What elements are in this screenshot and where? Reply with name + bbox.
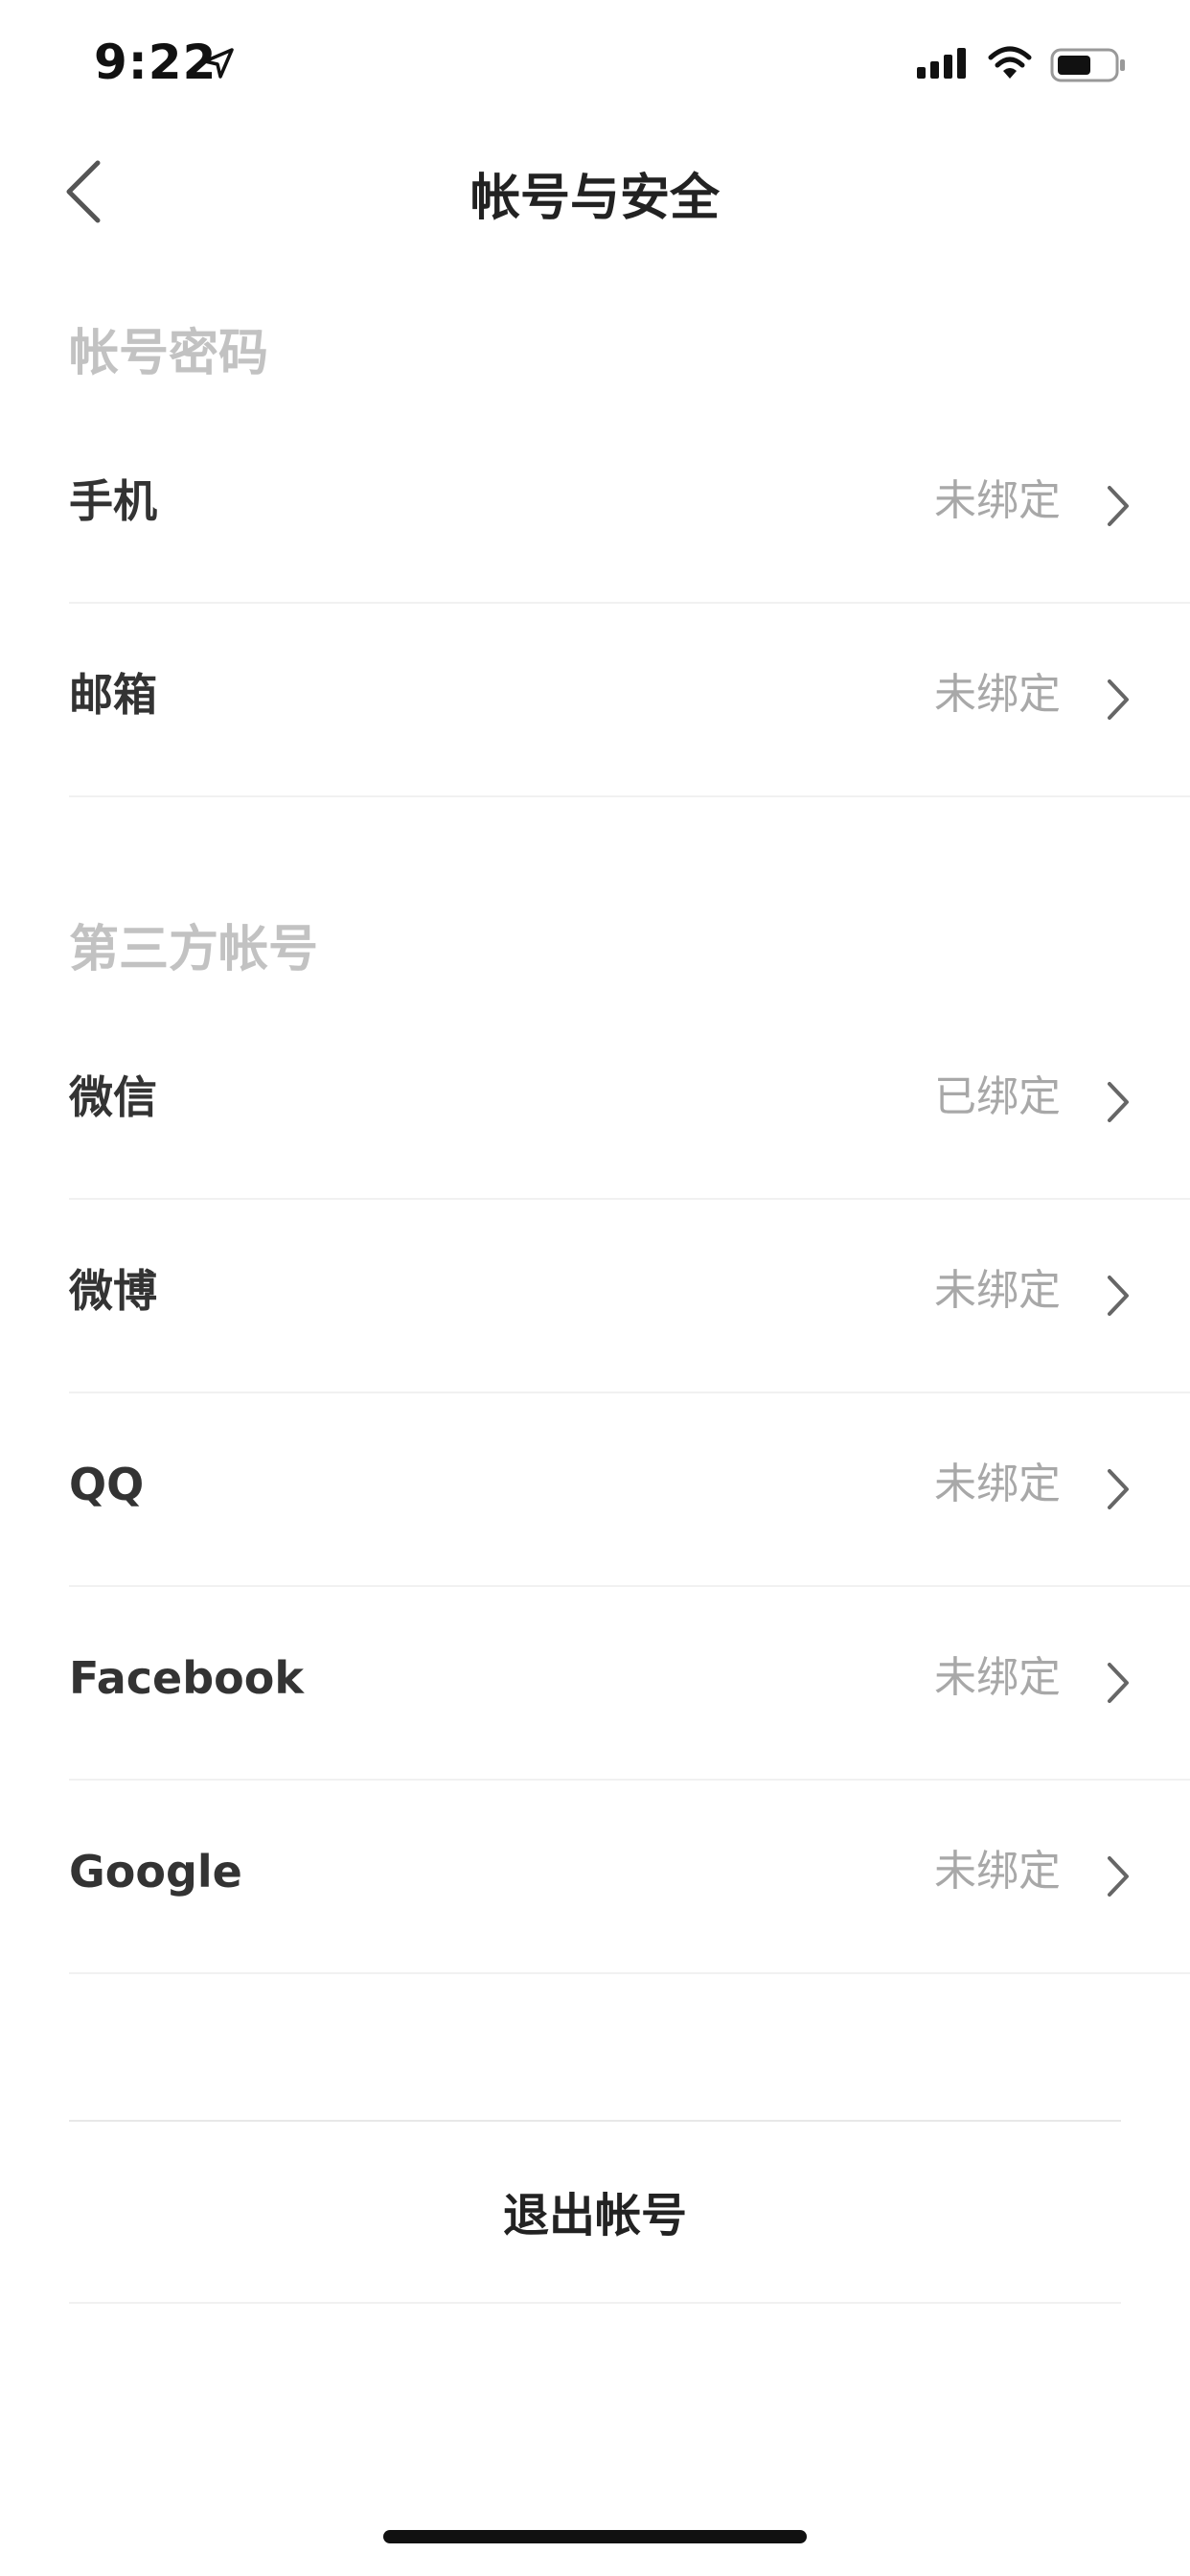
chevron-right-icon [1108, 679, 1129, 720]
row-google[interactable]: Google 未绑定 [69, 1781, 1190, 1974]
chevron-right-icon [1108, 1856, 1129, 1897]
chevron-right-icon [1108, 1663, 1129, 1703]
row-label: QQ [69, 1459, 145, 1510]
chevron-right-icon [1108, 1082, 1129, 1122]
battery-icon [1050, 48, 1125, 82]
row-wechat[interactable]: 微信 已绑定 [69, 1006, 1190, 1200]
row-status: 未绑定 [934, 1460, 1061, 1508]
row-status: 未绑定 [934, 670, 1061, 719]
row-status: 未绑定 [934, 1847, 1061, 1896]
row-qq[interactable]: QQ 未绑定 [69, 1393, 1190, 1587]
section-header-third-party: 第三方帐号 [69, 921, 319, 978]
logout-label: 退出帐号 [502, 2189, 687, 2242]
row-label: 手机 [69, 475, 157, 527]
chevron-right-icon [1108, 1276, 1129, 1316]
page-title: 帐号与安全 [469, 170, 720, 227]
wifi-icon [988, 46, 1032, 79]
row-label: 邮箱 [69, 669, 157, 721]
signal-icon [917, 48, 966, 79]
location-arrow-icon [203, 48, 234, 79]
row-phone[interactable]: 手机 未绑定 [69, 410, 1190, 604]
row-label: Facebook [69, 1652, 304, 1704]
status-bar: 9:22 [0, 0, 1190, 126]
row-label: Google [69, 1846, 242, 1898]
home-indicator[interactable] [383, 2530, 807, 2543]
nav-bar: 帐号与安全 [0, 126, 1190, 253]
row-facebook[interactable]: Facebook 未绑定 [69, 1587, 1190, 1781]
row-weibo[interactable]: 微博 未绑定 [69, 1200, 1190, 1393]
logout-button[interactable]: 退出帐号 [69, 2120, 1121, 2304]
row-status: 未绑定 [934, 476, 1061, 525]
chevron-right-icon [1108, 486, 1129, 526]
status-time: 9:22 [94, 34, 217, 90]
row-status: 未绑定 [934, 1653, 1061, 1702]
row-label: 微博 [69, 1265, 157, 1317]
row-status: 未绑定 [934, 1266, 1061, 1315]
row-status: 已绑定 [934, 1072, 1061, 1121]
row-label: 微信 [69, 1071, 157, 1123]
row-email[interactable]: 邮箱 未绑定 [69, 604, 1190, 797]
section-header-account: 帐号密码 [69, 325, 269, 382]
chevron-right-icon [1108, 1469, 1129, 1509]
